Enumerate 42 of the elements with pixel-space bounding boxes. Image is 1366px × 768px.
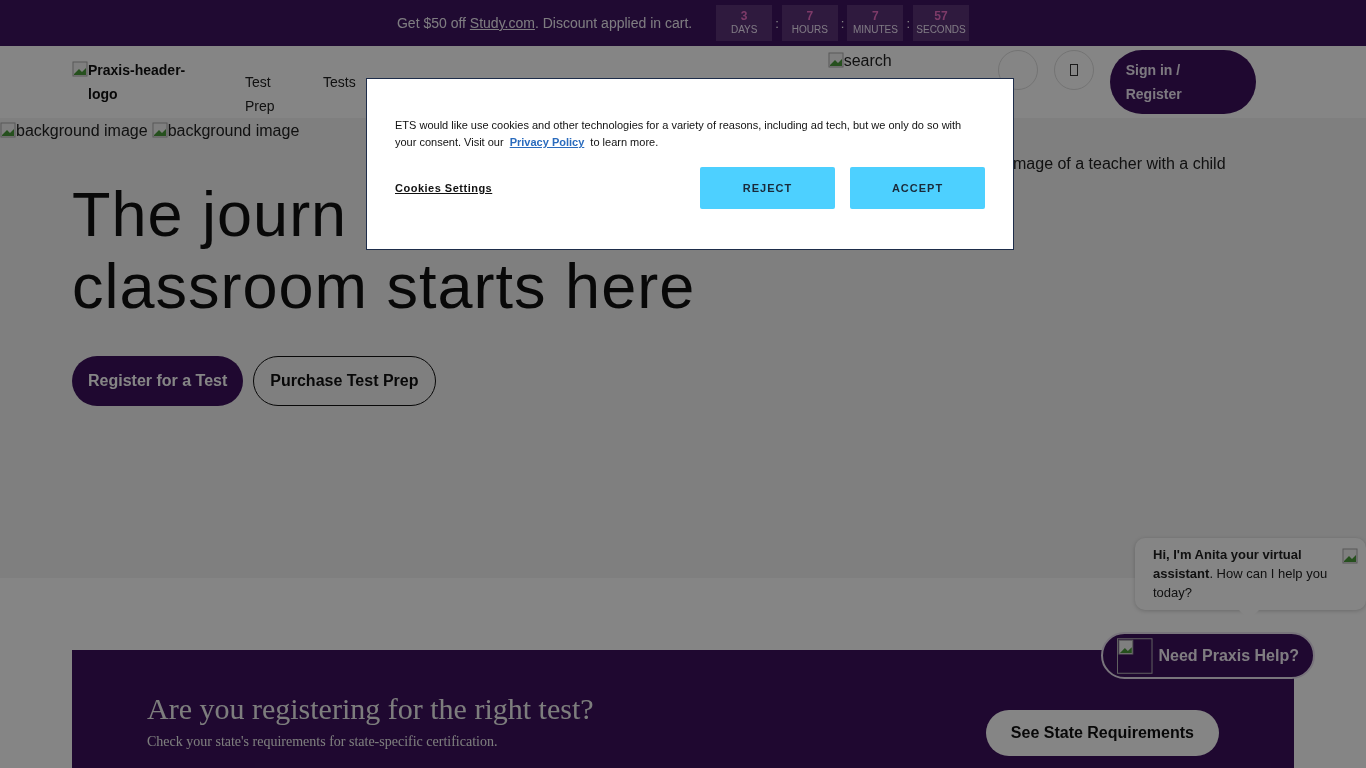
countdown-unit: DAYS xyxy=(730,23,758,36)
colon-separator: : xyxy=(840,15,845,31)
broken-image-icon xyxy=(1117,637,1153,674)
background-image-alt-text: background image xyxy=(167,122,300,139)
broken-image-icon xyxy=(151,122,168,138)
card-subtitle: Check your state's requirements for state-specific certification. xyxy=(147,734,499,750)
countdown-value: 57 xyxy=(934,10,948,23)
nav-link[interactable]: Test Prep xyxy=(245,70,301,118)
study-link[interactable]: Study.com xyxy=(469,15,535,31)
nav-link[interactable]: Tests xyxy=(323,70,356,118)
hero-button[interactable]: Register for a Test xyxy=(72,356,244,406)
card-title: Are you registering for the right test? xyxy=(147,692,594,726)
colon-separator: : xyxy=(775,15,779,31)
icon-button[interactable] xyxy=(1053,50,1094,90)
cookie-message: ETS would like use cookies and other technologies for a variety of reasons, including ad tech, but we only do so with your consent. Visit our Privacy Policy to learn more. xyxy=(395,118,963,150)
privacy-policy-link[interactable]: Privacy Policy xyxy=(509,136,585,148)
broken-image-icon xyxy=(827,52,844,68)
promo-text: Get $50 off Study.com. Discount applied in cart. xyxy=(396,15,693,31)
cookie-settings-link[interactable]: Cookies Settings xyxy=(395,182,493,194)
missing-glyph-icon xyxy=(1069,64,1078,76)
hero-image-alt-text: mage of a teacher with a child xyxy=(1013,155,1226,172)
state-requirements-button[interactable]: See State Requirements xyxy=(985,710,1219,756)
countdown-value: 7 xyxy=(872,10,879,23)
countdown-value: 7 xyxy=(806,10,814,23)
broken-image-icon xyxy=(72,61,88,77)
hero-heading-line: The journ xyxy=(72,178,348,250)
search-alt-text[interactable]: search xyxy=(843,52,892,69)
cookie-button[interactable]: REJECT xyxy=(700,167,835,209)
chat-message: Hi, I'm Anita your virtual assistant. How can I help you today? xyxy=(1153,546,1329,602)
broken-image-icon[interactable] xyxy=(1342,548,1358,564)
countdown-unit: MINUTES xyxy=(852,23,898,36)
hero-button[interactable]: Purchase Test Prep xyxy=(253,356,436,406)
logo-alt-text[interactable]: Praxis-header-logo xyxy=(88,58,206,106)
sign-in-button[interactable]: Sign in / Register xyxy=(1109,50,1256,114)
chat-launcher-button[interactable]: Need Praxis Help? xyxy=(1101,632,1315,679)
countdown-unit: SECONDS xyxy=(916,23,966,36)
countdown-value: 3 xyxy=(740,10,748,23)
cookie-button[interactable]: ACCEPT xyxy=(850,167,985,209)
hero-heading-line: classroom starts here xyxy=(72,250,696,322)
colon-separator: : xyxy=(906,15,911,31)
background-image-alt-text: background image xyxy=(16,122,148,139)
countdown-unit: HOURS xyxy=(791,23,828,36)
